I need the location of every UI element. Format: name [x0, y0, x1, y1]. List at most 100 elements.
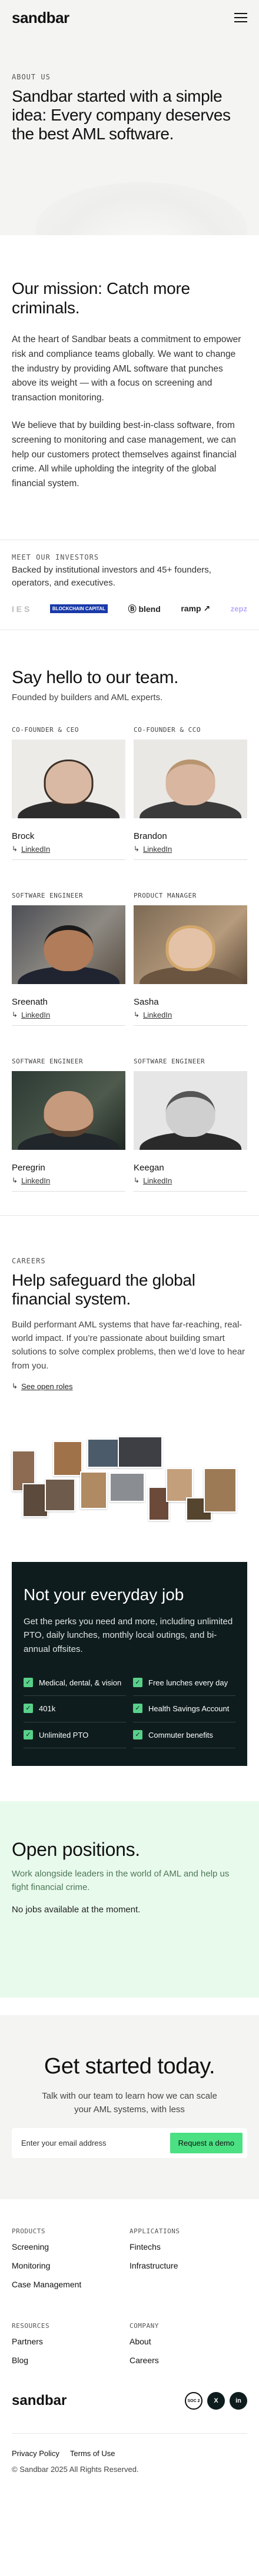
perk-item: ✓ Free lunches every day — [133, 1670, 235, 1697]
positions-title: Open positions. — [12, 1839, 140, 1861]
investor-logo: Ⓑ blend — [128, 604, 161, 614]
social-links: SOC 2 X in — [185, 2392, 247, 2410]
team-grid: CO-FOUNDER & CEO Brock ↳ LinkedIn CO-FOUN… — [12, 726, 247, 1192]
link-arrow-icon: ↳ — [134, 1011, 140, 1019]
investor-logo: ramp ↗ — [181, 604, 211, 614]
x-icon[interactable]: X — [207, 2392, 225, 2410]
email-input[interactable] — [21, 2139, 139, 2148]
get-started-section: Get started today. Talk with our team to… — [0, 2015, 259, 2200]
careers-title: Help safeguard the global financial syst… — [12, 1270, 195, 1308]
investors-eyebrow: MEET OUR INVESTORS — [12, 553, 99, 562]
request-demo-button[interactable]: Request a demo — [170, 2133, 243, 2154]
member-name: Keegan — [134, 1162, 164, 1173]
get-started-title: Get started today. — [44, 2054, 215, 2079]
careers-eyebrow: CAREERS — [12, 1256, 46, 1265]
member-photo — [12, 1070, 125, 1150]
linkedin-link[interactable]: ↳ LinkedIn — [12, 1011, 125, 1019]
mission-section: Our mission: Catch more criminals. At th… — [0, 235, 259, 540]
footer-logo[interactable]: sandbar — [12, 2393, 67, 2409]
privacy-policy-link[interactable]: Privacy Policy — [12, 2449, 59, 2458]
investors-text: Backed by institutional investors and 45… — [12, 565, 211, 588]
member-photo — [12, 739, 125, 818]
link-arrow-icon: ↳ — [12, 845, 18, 854]
team-member-card: SOFTWARE ENGINEER Keegan ↳ LinkedIn — [134, 1058, 247, 1192]
member-photo — [12, 905, 125, 984]
mission-paragraph: We believe that by building best-in-clas… — [12, 420, 237, 489]
team-photo-collage — [12, 1433, 247, 1538]
soc2-badge-icon: SOC 2 — [185, 2392, 202, 2410]
check-icon: ✓ — [133, 1677, 142, 1687]
footer-heading: RESOURCES — [12, 2322, 50, 2330]
link-arrow-icon: ↳ — [12, 1176, 18, 1185]
terms-of-use-link[interactable]: Terms of Use — [70, 2449, 115, 2458]
check-icon: ✓ — [24, 1729, 33, 1739]
see-open-roles-link[interactable]: ↳ See open roles — [12, 1382, 73, 1391]
footer-column-applications: APPLICATIONS Fintechs Infrastructure — [130, 2227, 247, 2299]
member-photo — [134, 739, 247, 818]
mission-paragraph: At the heart of Sandbar beats a commitme… — [12, 334, 241, 403]
check-icon: ✓ — [133, 1704, 142, 1714]
linkedin-link[interactable]: ↳ LinkedIn — [134, 1011, 247, 1019]
collage-photo — [80, 1471, 107, 1509]
investor-logos: I E S BLOCKCHAIN CAPITAL Ⓑ blend ramp ↗ … — [12, 601, 247, 617]
link-arrow-icon: ↳ — [134, 845, 140, 854]
perk-item: ✓ Commuter benefits — [133, 1722, 235, 1749]
team-title: Say hello to our team. — [12, 667, 179, 687]
link-arrow-icon: ↳ — [12, 1381, 18, 1390]
member-role: SOFTWARE ENGINEER — [12, 891, 84, 899]
footer-link-fintechs[interactable]: Fintechs — [130, 2242, 247, 2252]
perks-section: Not your everyday job Get the perks you … — [12, 1561, 247, 1767]
footer-link-screening[interactable]: Screening — [12, 2242, 130, 2252]
link-arrow-icon: ↳ — [134, 1176, 140, 1185]
linkedin-icon[interactable]: in — [230, 2392, 247, 2410]
footer-heading: APPLICATIONS — [130, 2227, 180, 2236]
get-started-text: Talk with our team to learn how we can s… — [42, 2091, 217, 2115]
member-photo — [134, 1070, 247, 1150]
collage-photo — [53, 1440, 82, 1476]
footer-link-about[interactable]: About — [130, 2337, 247, 2346]
investor-logo: BLOCKCHAIN CAPITAL — [49, 604, 108, 614]
collage-photo — [87, 1438, 119, 1468]
member-name: Sasha — [134, 996, 159, 1007]
sandbar-logo[interactable]: sandbar — [12, 9, 69, 27]
no-jobs-message: No jobs available at the moment. — [12, 1905, 141, 1915]
footer-link-case-management[interactable]: Case Management — [12, 2280, 130, 2289]
team-subtitle: Founded by builders and AML experts. — [12, 692, 163, 702]
member-name: Brandon — [134, 831, 167, 841]
member-name: Peregrin — [12, 1162, 45, 1173]
linkedin-link[interactable]: ↳ LinkedIn — [134, 1176, 247, 1185]
footer-link-blog[interactable]: Blog — [12, 2356, 130, 2365]
member-role: PRODUCT MANAGER — [134, 891, 197, 899]
team-member-card: PRODUCT MANAGER Sasha ↳ LinkedIn — [134, 892, 247, 1026]
footer-link-partners[interactable]: Partners — [12, 2337, 130, 2346]
mission-title: Our mission: Catch more criminals. — [12, 279, 190, 317]
investor-logo: I E S — [12, 604, 30, 614]
linkedin-link[interactable]: ↳ LinkedIn — [134, 845, 247, 854]
team-member-card: CO-FOUNDER & CCO Brandon ↳ LinkedIn — [134, 726, 247, 860]
legal-links: Privacy Policy Terms of Use — [12, 2449, 247, 2458]
footer-link-infrastructure[interactable]: Infrastructure — [130, 2261, 247, 2270]
member-name: Sreenath — [12, 996, 48, 1007]
check-icon: ✓ — [24, 1704, 33, 1714]
collage-photo — [109, 1472, 145, 1502]
linkedin-link[interactable]: ↳ LinkedIn — [12, 1176, 125, 1185]
collage-photo — [45, 1478, 75, 1511]
perks-text: Get the perks you need and more, includi… — [24, 1617, 233, 1654]
investor-logo: zepz — [230, 604, 247, 614]
member-role: SOFTWARE ENGINEER — [12, 1057, 84, 1065]
member-role: CO-FOUNDER & CCO — [134, 725, 201, 734]
perk-item: ✓ 401k — [24, 1696, 126, 1722]
team-member-card: SOFTWARE ENGINEER Sreenath ↳ LinkedIn — [12, 892, 125, 1026]
site-footer: PRODUCTS Screening Monitoring Case Manag… — [0, 2199, 259, 2494]
collage-photo — [118, 1436, 162, 1468]
footer-columns: PRODUCTS Screening Monitoring Case Manag… — [12, 2227, 247, 2374]
link-arrow-icon: ↳ — [12, 1011, 18, 1019]
menu-icon[interactable] — [234, 13, 247, 22]
investors-section: MEET OUR INVESTORS Backed by institution… — [0, 540, 259, 630]
careers-text: Build performant AML systems that have f… — [12, 1319, 245, 1371]
perk-item: ✓ Unlimited PTO — [24, 1722, 126, 1749]
site-header: sandbar — [0, 0, 259, 35]
footer-link-careers[interactable]: Careers — [130, 2356, 247, 2365]
footer-link-monitoring[interactable]: Monitoring — [12, 2261, 130, 2270]
linkedin-link[interactable]: ↳ LinkedIn — [12, 845, 125, 854]
